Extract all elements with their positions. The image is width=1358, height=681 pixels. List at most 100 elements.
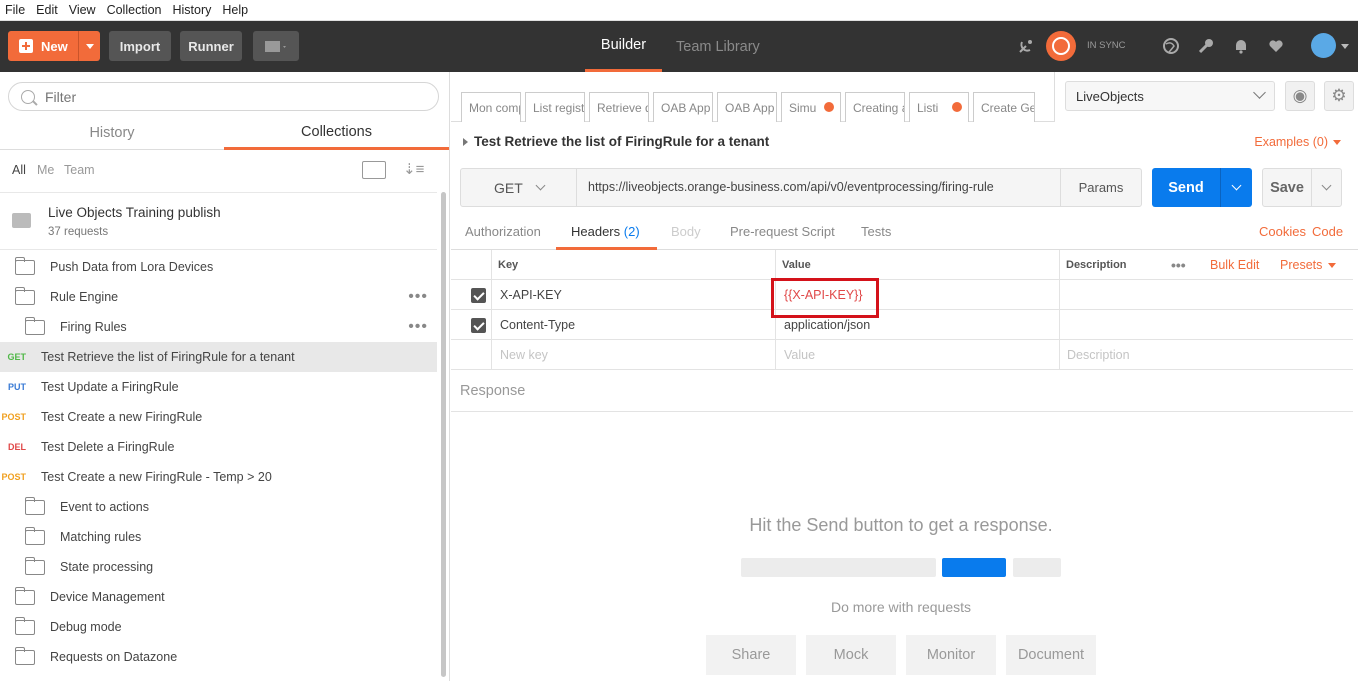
tab-builder[interactable]: Builder [585,21,662,72]
tab-team-library[interactable]: Team Library [676,21,760,72]
filter-field[interactable] [8,82,439,111]
tab-headers-label: Headers [571,224,621,239]
cookies-link[interactable]: Cookies [1259,224,1306,239]
collection-header[interactable]: Live Objects Training publish 37 request… [0,192,437,250]
folder-label: State processing [60,560,154,574]
header-key[interactable]: Content-Type [500,310,575,340]
examples-dropdown[interactable]: Examples (0) [1254,135,1341,149]
request-tab[interactable]: Create Ge [973,92,1035,122]
checkbox-checked-icon [471,287,486,303]
send-button[interactable]: Send [1152,168,1252,207]
more-icon[interactable]: ••• [408,288,428,306]
url-input[interactable]: https://liveobjects.orange-business.com/… [588,180,994,194]
sidebar-scrollbar[interactable] [441,192,446,677]
folder-firing-rules[interactable]: Firing Rules ••• [0,312,437,342]
sync-icon[interactable] [1046,31,1076,61]
new-collection-icon[interactable] [362,161,386,179]
folder-device-management[interactable]: Device Management [0,582,437,612]
tab-tests[interactable]: Tests [861,224,891,239]
tab-authorization[interactable]: Authorization [465,224,541,239]
folder-push-data[interactable]: Push Data from Lora Devices [0,252,437,282]
new-key-input[interactable]: New key [500,340,548,370]
tab-history[interactable]: History [0,116,224,150]
folder-event-to-actions[interactable]: Event to actions [0,492,437,522]
more-icon[interactable]: ••• [1171,250,1186,280]
presets-dropdown[interactable]: Presets [1280,250,1337,280]
runner-button[interactable]: Runner [180,31,242,61]
menu-view[interactable]: View [64,3,102,17]
request-tab-label: Listi [917,101,939,115]
filter-me[interactable]: Me [37,163,54,177]
plus-icon [19,39,33,53]
avatar[interactable] [1311,33,1336,58]
more-icon[interactable]: ••• [408,318,428,336]
request-item[interactable]: GET Test Retrieve the list of FiringRule… [0,342,437,372]
row-checkbox[interactable] [471,310,486,340]
wrench-icon[interactable] [1197,37,1215,55]
request-item[interactable]: POST Test Create a new FiringRule - Temp… [0,462,437,492]
filter-input[interactable] [45,88,425,105]
satellite-icon[interactable] [1017,37,1035,55]
menu-collection[interactable]: Collection [102,3,168,17]
request-tab[interactable]: OAB App - [717,92,777,122]
folder-debug-mode[interactable]: Debug mode [0,612,437,642]
mock-button[interactable]: Mock [806,635,896,675]
document-button[interactable]: Document [1006,635,1096,675]
caret-down-icon[interactable] [1341,44,1349,49]
row-checkbox[interactable] [471,280,486,310]
params-button[interactable]: Params [1060,169,1141,206]
import-button[interactable]: Import [109,31,171,61]
new-description-input[interactable]: Description [1067,340,1130,370]
request-tab[interactable]: List registe [525,92,585,122]
heart-icon[interactable] [1267,37,1285,55]
tab-prerequest[interactable]: Pre-request Script [730,224,835,239]
request-tab[interactable]: OAB App - [653,92,713,122]
request-name: Test Retrieve the list of FiringRule for… [474,134,770,149]
send-dropdown[interactable] [1220,168,1252,207]
folder-open-icon [15,286,35,305]
request-tab[interactable]: Simu [781,92,841,122]
menu-file[interactable]: File [0,3,31,17]
new-window-button[interactable] [253,31,299,61]
method-select[interactable]: GET [461,169,577,206]
save-dropdown[interactable] [1311,169,1341,206]
new-value-input[interactable]: Value [784,340,815,370]
menu-help[interactable]: Help [217,3,254,17]
bell-icon[interactable] [1232,37,1250,55]
code-link[interactable]: Code [1312,224,1343,239]
request-title[interactable]: Test Retrieve the list of FiringRule for… [463,134,769,149]
folder-matching-rules[interactable]: Matching rules [0,522,437,552]
request-item[interactable]: PUT Test Update a FiringRule [0,372,437,402]
request-tab[interactable]: Creating a [845,92,905,122]
environment-select[interactable]: LiveObjects [1065,81,1275,111]
menu-edit[interactable]: Edit [31,3,64,17]
request-tab[interactable]: Mon comp [461,92,521,122]
caret-down-icon [85,43,94,49]
request-tab[interactable]: Listi [909,92,969,122]
folder-state-processing[interactable]: State processing [0,552,437,582]
tab-body[interactable]: Body [671,224,701,239]
globe-icon[interactable] [1162,37,1180,55]
request-item[interactable]: POST Test Create a new FiringRule [0,402,437,432]
bulk-edit-link[interactable]: Bulk Edit [1210,250,1259,280]
gear-icon[interactable]: ⚙ [1324,81,1354,111]
tab-collections[interactable]: Collections [224,116,449,150]
sort-icon[interactable]: ⇣≡ [403,160,424,178]
save-button[interactable]: Save [1262,168,1342,207]
share-button[interactable]: Share [706,635,796,675]
header-key[interactable]: X-API-KEY [500,280,562,310]
new-button[interactable]: New [8,31,100,61]
column-divider [775,340,776,370]
app-header: New Import Runner Builder Team Library I… [0,21,1358,72]
new-dropdown-button[interactable] [78,31,100,61]
monitor-button[interactable]: Monitor [906,635,996,675]
folder-requests-datazone[interactable]: Requests on Datazone [0,642,437,672]
request-item[interactable]: DEL Test Delete a FiringRule [0,432,437,462]
menu-history[interactable]: History [167,3,217,17]
eye-icon[interactable]: ◉ [1285,81,1315,111]
filter-team[interactable]: Team [64,163,95,177]
folder-rule-engine[interactable]: Rule Engine ••• [0,282,437,312]
request-tab[interactable]: Retrieve d [589,92,649,122]
tab-headers[interactable]: Headers (2) [571,224,640,239]
filter-all[interactable]: All [12,163,26,177]
